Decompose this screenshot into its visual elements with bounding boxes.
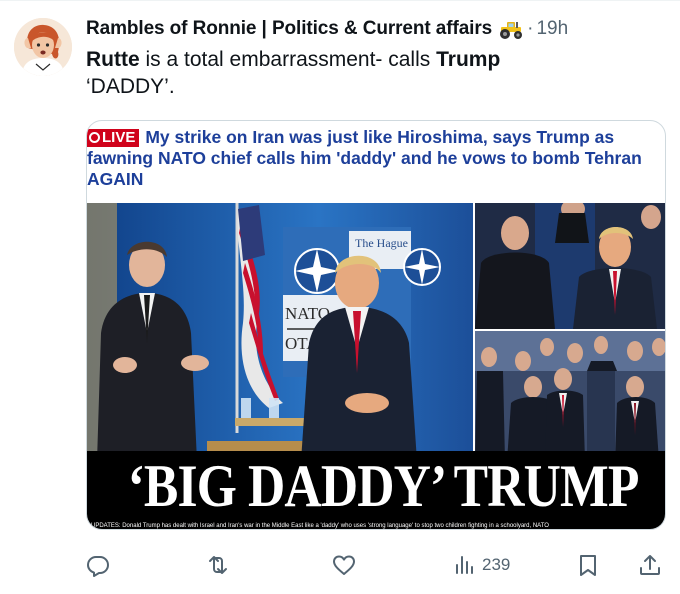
- media-card[interactable]: LIVE My strike on Iran was just like Hiro…: [86, 120, 666, 530]
- share-button[interactable]: [638, 550, 662, 580]
- live-badge: LIVE: [87, 129, 140, 147]
- live-dot-icon: [89, 132, 100, 143]
- card-headline: LIVE My strike on Iran was just like Hiro…: [87, 127, 665, 190]
- share-icon: [640, 555, 660, 575]
- sign-the-hague: The Hague: [355, 236, 408, 250]
- post-text-middle: is a total embarrassment- calls: [139, 48, 437, 71]
- post-text-rutte: Rutte: [86, 48, 140, 71]
- post-timestamp[interactable]: 19h: [536, 18, 568, 40]
- post-text-trump: Trump: [436, 48, 501, 71]
- heart-icon: [333, 555, 355, 575]
- post-text-daddy: ‘DADDY’.: [86, 75, 175, 98]
- banner-text: ‘BIG DADDY’ TRUMP: [127, 453, 640, 519]
- views-icon: [456, 556, 473, 574]
- tractor-icon: [498, 18, 524, 40]
- post-header: Rambles of Ronnie | Politics & Current a…: [86, 16, 666, 42]
- retweet-button[interactable]: [206, 550, 230, 580]
- main-photo[interactable]: The Hague NATO OTAN: [87, 203, 473, 461]
- post-text: Rutte is a total embarrassment- calls Tr…: [86, 46, 666, 100]
- retweet-icon: [209, 556, 227, 574]
- side-photo-bottom-illustration: [475, 331, 665, 461]
- bookmark-button[interactable]: [576, 550, 600, 580]
- banner-subtext: UPDATES: Donald Trump has dealt with Isr…: [91, 523, 549, 529]
- live-label: LIVE: [102, 129, 136, 146]
- avatar[interactable]: [14, 18, 72, 76]
- bookmark-icon: [580, 555, 596, 576]
- avatar-illustration: [14, 18, 72, 76]
- side-photo-top[interactable]: [475, 203, 665, 329]
- views-count: 239: [482, 555, 511, 574]
- main-photo-illustration: The Hague NATO OTAN: [87, 203, 473, 461]
- action-bar: 239: [86, 550, 666, 580]
- reply-icon: [87, 556, 109, 577]
- author-name[interactable]: Rambles of Ronnie | Politics & Current a…: [86, 18, 492, 40]
- side-photo-bottom[interactable]: [475, 331, 665, 461]
- headline-text: My strike on Iran was just like Hiroshim…: [87, 127, 642, 189]
- headline-banner: ‘BIG DADDY’ TRUMP UPDATES: Donald Trump …: [87, 451, 665, 529]
- reply-button[interactable]: [86, 550, 110, 580]
- views-button[interactable]: 239: [452, 550, 510, 580]
- separator-dot: ·: [527, 18, 534, 39]
- top-divider: [0, 0, 680, 1]
- side-photo-top-illustration: [475, 203, 665, 329]
- like-button[interactable]: [332, 550, 356, 580]
